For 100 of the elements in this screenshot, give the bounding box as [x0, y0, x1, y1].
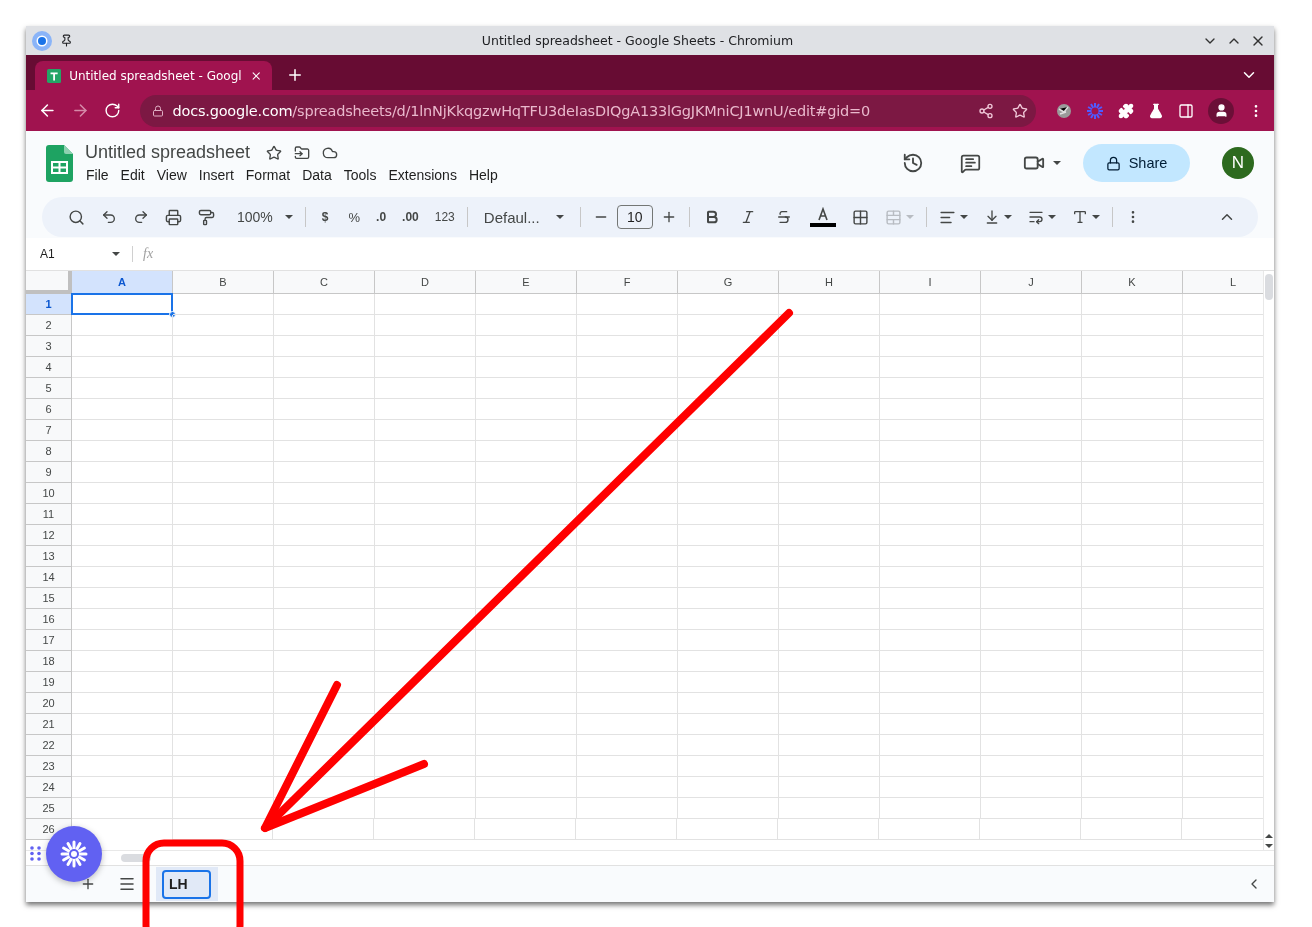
grid-cell[interactable] [173, 462, 274, 483]
grid-cell[interactable] [375, 378, 476, 399]
currency-format-button[interactable]: $ [309, 203, 341, 231]
grid-cell[interactable] [880, 777, 981, 798]
reload-icon[interactable] [103, 102, 121, 119]
grid-cell[interactable] [779, 651, 880, 672]
scroll-up-icon[interactable] [1265, 834, 1273, 838]
grid-cell[interactable] [678, 693, 779, 714]
grid-cell[interactable] [173, 609, 274, 630]
grid-cell[interactable] [678, 315, 779, 336]
row-header[interactable]: 21 [26, 714, 72, 735]
grid-cell[interactable] [375, 441, 476, 462]
grid-cell[interactable] [779, 420, 880, 441]
grid-cell[interactable] [779, 672, 880, 693]
add-sheet-icon[interactable] [80, 876, 96, 892]
row-header[interactable]: 22 [26, 735, 72, 756]
grid-cell[interactable] [476, 651, 577, 672]
row-header[interactable]: 13 [26, 546, 72, 567]
grid-cell[interactable] [779, 357, 880, 378]
menu-item[interactable]: Edit [115, 166, 150, 184]
grid-cell[interactable] [981, 714, 1082, 735]
grid-cell[interactable] [577, 756, 678, 777]
grid-cell[interactable] [274, 777, 375, 798]
grid-cell[interactable] [72, 315, 173, 336]
grid-cell[interactable] [678, 735, 779, 756]
more-formats-button[interactable]: 123 [426, 203, 463, 231]
grid-cell[interactable] [274, 357, 375, 378]
grid-cell[interactable] [577, 462, 678, 483]
grid-cell[interactable] [981, 483, 1082, 504]
grid-cell[interactable] [678, 609, 779, 630]
grid-cell[interactable] [172, 819, 273, 840]
grid-cell[interactable] [577, 483, 678, 504]
grid-cell[interactable] [72, 462, 173, 483]
grid-cell[interactable] [678, 483, 779, 504]
grid-cell[interactable] [375, 588, 476, 609]
bookmark-star-icon[interactable] [1012, 102, 1028, 119]
grid-cell[interactable] [72, 399, 173, 420]
grid-cell[interactable] [72, 714, 173, 735]
grid-cell[interactable] [880, 378, 981, 399]
new-tab-icon[interactable] [286, 66, 304, 84]
grid-cell[interactable] [880, 798, 981, 819]
grid-cell[interactable] [981, 462, 1082, 483]
grid-cell[interactable] [1082, 420, 1183, 441]
grid-cell[interactable] [72, 777, 173, 798]
grid-cell[interactable] [476, 546, 577, 567]
grid-cell[interactable] [577, 777, 678, 798]
grid-cell[interactable] [981, 777, 1082, 798]
grid-cell[interactable] [274, 672, 375, 693]
grid-cell[interactable] [880, 609, 981, 630]
grid-cell[interactable] [577, 672, 678, 693]
grid-cell[interactable] [678, 756, 779, 777]
grid-cell[interactable] [476, 504, 577, 525]
grid-cell[interactable] [375, 651, 476, 672]
extension-icon[interactable] [1056, 102, 1072, 119]
fill-handle[interactable] [169, 311, 176, 318]
grid-cell[interactable] [375, 357, 476, 378]
grid-cell[interactable] [72, 420, 173, 441]
grid-cell[interactable] [678, 378, 779, 399]
grid-cell[interactable] [274, 378, 375, 399]
grid-cell[interactable] [678, 567, 779, 588]
grid-cell[interactable] [981, 609, 1082, 630]
grid-cell[interactable] [173, 315, 274, 336]
grid-cell[interactable] [375, 672, 476, 693]
lock-icon[interactable] [152, 104, 165, 117]
grid-cell[interactable] [779, 483, 880, 504]
grid-cell[interactable] [678, 714, 779, 735]
grid-cell[interactable] [1082, 735, 1183, 756]
grid-cell[interactable] [779, 588, 880, 609]
grid-cell[interactable] [1082, 399, 1183, 420]
address-field[interactable]: docs.google.com/spreadsheets/d/1lnNjKkqgzwHqTFU3deIasDIQgA133lGgJKMniCJ1wnU/edit#gid=0 [140, 94, 1036, 127]
grid-cell[interactable] [274, 441, 375, 462]
grid-cell[interactable] [678, 546, 779, 567]
grid-cell[interactable] [375, 756, 476, 777]
grid-cell[interactable] [1082, 294, 1183, 315]
grid-cell[interactable] [880, 756, 981, 777]
grid-cell[interactable] [577, 399, 678, 420]
row-header[interactable]: 8 [26, 441, 72, 462]
grid-cell[interactable] [375, 483, 476, 504]
grid-cell[interactable] [1082, 714, 1183, 735]
scrollbar-thumb[interactable] [1265, 274, 1273, 300]
grid-cell[interactable] [880, 693, 981, 714]
row-header[interactable]: 15 [26, 588, 72, 609]
grid-cell[interactable] [375, 630, 476, 651]
grid-cell[interactable] [274, 315, 375, 336]
grid-cell[interactable] [880, 714, 981, 735]
grid-cell[interactable] [1082, 756, 1183, 777]
grid-cell[interactable] [778, 819, 879, 840]
grid-cell[interactable] [779, 630, 880, 651]
grid-cell[interactable] [476, 756, 577, 777]
grid-cell[interactable] [678, 525, 779, 546]
grid-cell[interactable] [880, 336, 981, 357]
grid-cell[interactable] [779, 525, 880, 546]
grid-cell[interactable] [375, 399, 476, 420]
grid-cell[interactable] [678, 588, 779, 609]
grid-cell[interactable] [274, 420, 375, 441]
caret-icon[interactable] [1053, 161, 1061, 165]
menu-item[interactable]: Extensions [383, 166, 462, 184]
column-header[interactable]: I [880, 271, 981, 294]
grid-cell[interactable] [779, 399, 880, 420]
grid-cell[interactable] [173, 399, 274, 420]
